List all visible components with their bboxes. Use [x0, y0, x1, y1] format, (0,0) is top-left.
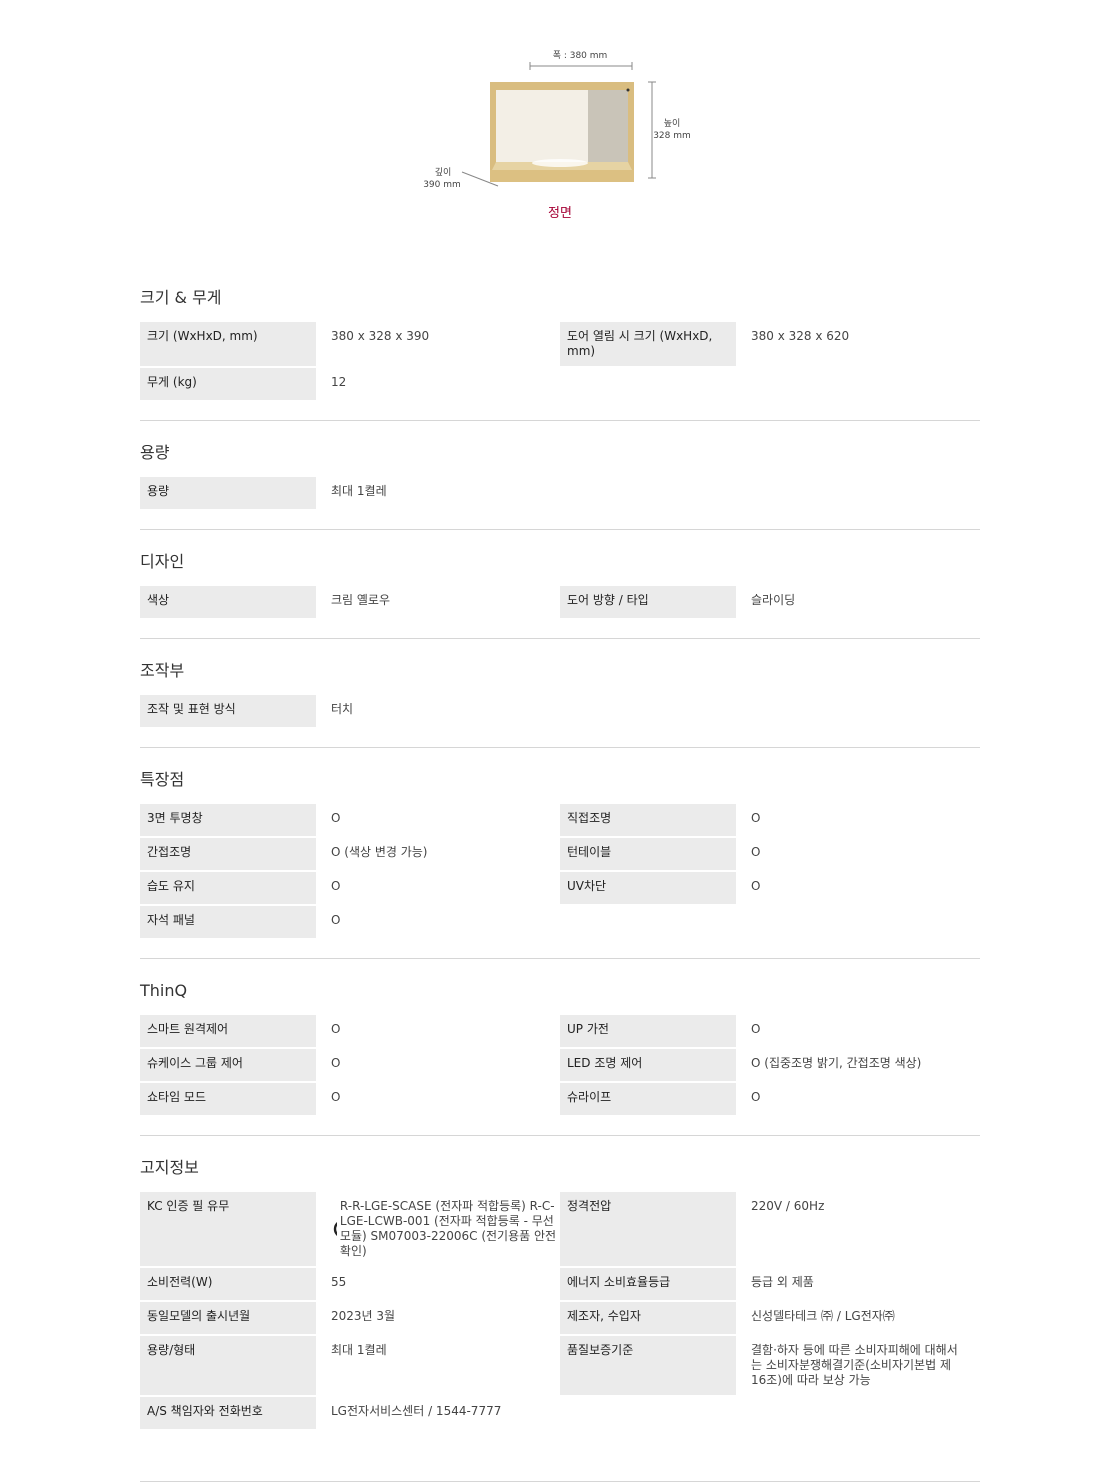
product-dimension-figure: 폭 : 380 mm 높이 328 mm 깊이 390 mm 정면 [0, 0, 1120, 240]
spec-value: O [751, 1090, 761, 1104]
spec-label: 품질보증기준 [560, 1336, 736, 1395]
spec-label: 제조자, 수입자 [560, 1302, 736, 1334]
spec-label: UP 가전 [560, 1015, 736, 1047]
spec-value: O [751, 1022, 761, 1036]
spec-label: 자석 패널 [140, 906, 316, 938]
spec-label: 도어 열림 시 크기 (WxHxD, mm) [560, 322, 736, 366]
spec-label: 쇼타임 모드 [140, 1083, 316, 1115]
spec-section: 디자인색상 크림 옐로우 도어 방향 / 타입 슬라이딩 [140, 550, 980, 639]
spec-grid: 3면 투명창 O 직접조명 O 간접조명 O (색상 변경 가능) 턴테이블 O 습도 유지 O U… [140, 804, 980, 938]
section-title: 고지정보 [140, 1158, 199, 1177]
spec-table: 크기 & 무게크기 (WxHxD, mm) 380 x 328 x 390 도어 열… [140, 286, 980, 1469]
spec-label: 소비전력(W) [140, 1268, 316, 1300]
spec-value: O [751, 845, 761, 859]
height-label-2: 328 mm [653, 131, 691, 141]
spec-section: 특장점 3면 투명창 O 직접조명 O 간접조명 O (색상 변경 가능) 턴테이블 O 습도 유… [140, 768, 980, 959]
spec-label: KC 인증 필 유무 [140, 1192, 316, 1266]
spec-label: 크기 (WxHxD, mm) [140, 322, 316, 366]
spec-label: A/S 책임자와 전화번호 [140, 1397, 316, 1429]
spec-section: 용량 용량 최대 1켤레 [140, 441, 980, 530]
spec-label: 용량 [140, 477, 316, 509]
spec-grid: 색상 크림 옐로우 도어 방향 / 타입 슬라이딩 [140, 586, 980, 618]
spec-value: 최대 1켤레 [331, 484, 387, 498]
front-view-label: 정면 [548, 206, 572, 221]
kc-cert-value: R-R-LGE-SCASE (전자파 적합등록) R-C-LGE-LCWB-00… [316, 1192, 560, 1266]
spec-grid: KC 인증 필 유무 R-R-LGE-SCASE (전자파 적합등록) R-C-L… [140, 1192, 980, 1429]
spec-section: 크기 & 무게크기 (WxHxD, mm) 380 x 328 x 390 도어 열… [140, 286, 980, 421]
spec-section: 조작부조작 및 표현 방식 터치 [140, 659, 980, 748]
spec-section: 고지정보 KC 인증 필 유무 R-R-LGE-SCASE (전자파 적합등록) R… [140, 1156, 980, 1449]
section-title: 용량 [140, 443, 170, 462]
depth-label-2: 390 mm [423, 180, 461, 190]
spec-value: 등급 외 제품 [751, 1275, 814, 1289]
spec-value: 380 x 328 x 390 [331, 329, 430, 343]
spec-label: 동일모델의 출시년월 [140, 1302, 316, 1334]
height-label-1: 높이 [663, 119, 681, 129]
spec-value: O [331, 811, 341, 825]
spec-label: 턴테이블 [560, 838, 736, 870]
spec-label: LED 조명 제어 [560, 1049, 736, 1081]
spec-grid: 스마트 원격제어 O UP 가전 O 슈케이스 그룹 제어 O LED 조명 제어 O (집중… [140, 1015, 980, 1115]
spec-value: 55 [331, 1275, 347, 1289]
depth-label-1: 깊이 [434, 168, 452, 178]
spec-label: 스마트 원격제어 [140, 1015, 316, 1047]
spec-value: O [331, 1090, 341, 1104]
spec-label: 무게 (kg) [140, 368, 316, 400]
spec-section: ThinQ 스마트 원격제어 O UP 가전 O 슈케이스 그룹 제어 O LED 조명 제어… [140, 979, 980, 1136]
spec-label: 용량/형태 [140, 1336, 316, 1395]
spec-value: O [751, 811, 761, 825]
spec-label: 에너지 소비효율등급 [560, 1268, 736, 1300]
spec-label: 정격전압 [560, 1192, 736, 1266]
spec-value: 380 x 328 x 620 [751, 329, 850, 343]
section-title: 특장점 [140, 770, 185, 789]
spec-value: 터치 [331, 702, 354, 716]
spec-value: O [331, 1056, 341, 1070]
spec-value: 크림 옐로우 [331, 593, 391, 607]
spec-value: R-R-LGE-SCASE (전자파 적합등록) R-C-LGE-LCWB-00… [339, 1199, 557, 1258]
spec-value: O [751, 879, 761, 893]
spec-value: 신성델타테크 ㈜ / LG전자㈜ [751, 1309, 895, 1323]
spec-value: O (색상 변경 가능) [331, 845, 428, 859]
spec-label: 슈라이프 [560, 1083, 736, 1115]
spec-label: 습도 유지 [140, 872, 316, 904]
spec-grid: 크기 (WxHxD, mm) 380 x 328 x 390 도어 열림 시 크기 … [140, 322, 980, 400]
spec-value: O [331, 913, 341, 927]
spec-value: 최대 1켤레 [331, 1343, 387, 1357]
section-title: 크기 & 무게 [140, 288, 222, 307]
spec-label: 직접조명 [560, 804, 736, 836]
bottom-divider [140, 1481, 980, 1482]
spec-label: 도어 방향 / 타입 [560, 586, 736, 618]
spec-value: O [331, 879, 341, 893]
spec-label: 조작 및 표현 방식 [140, 695, 316, 727]
spec-label: 간접조명 [140, 838, 316, 870]
section-title: ThinQ [140, 981, 188, 1000]
spec-value: O [331, 1022, 341, 1036]
spec-grid: 조작 및 표현 방식 터치 [140, 695, 980, 727]
spec-value: LG전자서비스센터 / 1544-7777 [331, 1404, 502, 1418]
section-title: 조작부 [140, 661, 185, 680]
spec-label: 3면 투명창 [140, 804, 316, 836]
spec-label: 색상 [140, 586, 316, 618]
section-title: 디자인 [140, 552, 185, 571]
spec-value: 슬라이딩 [751, 593, 796, 607]
spec-value: 결함·하자 등에 따른 소비자피해에 대해서는 소비자분쟁해결기준(소비자기본법… [751, 1343, 958, 1387]
spec-value: 2023년 3월 [331, 1309, 396, 1323]
spec-grid: 용량 최대 1켤레 [140, 477, 980, 509]
width-label: 폭 : 380 mm [552, 51, 608, 61]
spec-value: 12 [331, 375, 347, 389]
spec-label: UV차단 [560, 872, 736, 904]
spec-value: 220V / 60Hz [751, 1199, 825, 1213]
spec-label: 슈케이스 그룹 제어 [140, 1049, 316, 1081]
spec-value: O (집중조명 밝기, 간접조명 색상) [751, 1056, 922, 1070]
